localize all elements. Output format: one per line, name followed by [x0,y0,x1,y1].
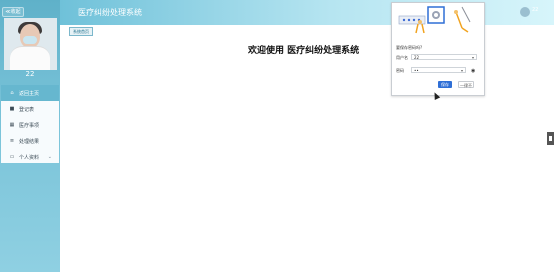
collapse-button[interactable]: ≪收起 [2,7,24,17]
save-password-modal: 要保存密码吗? 用户名 22 ▾ 密码 •• ▾ ◉ 保存 一律不 [391,2,485,96]
chevron-down-icon: ⌄ [47,154,52,160]
sidebar-item-label: 处理结果 [19,138,40,145]
chevron-down-icon: ▾ [460,68,463,73]
avatar [4,18,57,70]
sidebar-menu: ⌂ 返回主页 ■ 登记表 ▦ 医疗事项 ≡ 处理结果 ▭ 个人资料 ⌄ [1,85,59,163]
password-label: 密码 [396,68,404,73]
home-icon: ⌂ [10,90,14,96]
avatar-mask [23,36,37,44]
header-username[interactable]: 22 [532,7,538,13]
avatar-coat [10,46,50,70]
folder-icon: ▭ [9,154,15,160]
sidebar-item-results[interactable]: ≡ 处理结果 [1,133,59,149]
username-value: 22 [414,55,420,60]
save-password-question: 要保存密码吗? [396,45,423,50]
list-icon: ≡ [9,138,15,144]
sidebar-item-label: 个人资料 [19,154,40,161]
user-avatar-icon[interactable] [520,7,530,17]
sidebar-item-label: 登记表 [19,106,35,113]
sidebar-item-label: 医疗事项 [19,122,40,129]
save-button[interactable]: 保存 [438,81,452,88]
username-label: 用户名 [396,55,408,60]
side-tab[interactable] [547,132,554,145]
breadcrumb[interactable]: 系统首页 [69,27,93,36]
sidebar-username: 22 [25,70,35,78]
password-value: •• [414,68,419,73]
eye-icon[interactable]: ◉ [471,68,475,74]
sidebar-item-register[interactable]: ■ 登记表 [1,101,59,117]
key-illustration-icon [398,6,471,34]
grid-icon: ▦ [9,122,15,128]
square-icon: ■ [9,106,15,112]
password-field[interactable]: •• ▾ [411,67,466,73]
sidebar: ≪收起 22 ⌂ 返回主页 ■ 登记表 ▦ 医疗事项 ≡ 处理结果 ▭ 个人资料… [0,0,60,272]
username-field[interactable]: 22 ▾ [411,54,477,60]
chevron-down-icon: ▾ [471,55,474,60]
sidebar-item-medical-matters[interactable]: ▦ 医疗事项 [1,117,59,133]
never-button[interactable]: 一律不 [458,81,474,88]
app-title: 医疗纠纷处理系统 [78,8,142,17]
sidebar-item-label: 返回主页 [19,90,40,97]
sidebar-item-profile[interactable]: ▭ 个人资料 ⌄ [1,149,59,165]
page-title: 欢迎使用 医疗纠纷处理系统 [248,46,360,56]
sidebar-item-home[interactable]: ⌂ 返回主页 [1,85,59,101]
